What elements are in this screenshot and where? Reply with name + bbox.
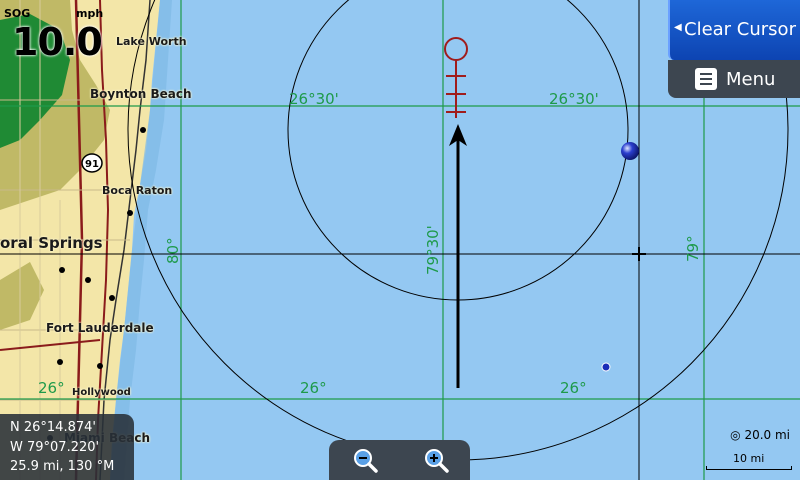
- range-ring-text: 20.0 mi: [744, 428, 790, 442]
- grid-label-lat-south-right: 26°: [560, 379, 587, 397]
- cursor-latitude: N 26°14.874': [10, 420, 96, 435]
- grid-label-lon-east: 79°: [684, 235, 702, 262]
- menu-button[interactable]: Menu: [668, 60, 800, 98]
- sog-unit: mph: [76, 7, 104, 20]
- cursor-longitude: W 79°07.220': [10, 440, 100, 455]
- scale-bar-label: 10 mi: [733, 452, 765, 465]
- zoom-in-icon[interactable]: [422, 446, 450, 474]
- chevron-left-icon: ◀: [674, 22, 682, 33]
- zoom-out-icon[interactable]: [351, 446, 379, 474]
- place-label-boynton-beach: Boynton Beach: [90, 87, 192, 101]
- place-label-lake-worth: Lake Worth: [116, 35, 187, 48]
- clear-cursor-button[interactable]: ◀ Clear Cursor: [668, 0, 800, 60]
- chart-view[interactable]: 91 Lake Worth Boynton Beach Boca Raton o…: [0, 0, 800, 480]
- place-label-boca-raton: Boca Raton: [102, 184, 173, 197]
- target-marker[interactable]: [621, 142, 639, 160]
- highway-shield-number: 91: [85, 159, 99, 170]
- sog-value: 10.0: [12, 20, 103, 64]
- place-label-fort-lauderdale: Fort Lauderdale: [46, 321, 154, 335]
- clear-cursor-label: Clear Cursor: [684, 19, 796, 40]
- nav-aid-marker[interactable]: [601, 362, 611, 372]
- sog-display: SOG mph 10.0: [0, 4, 112, 66]
- highway-shield: 91: [81, 153, 103, 173]
- range-ring-icon: ◎: [730, 428, 741, 442]
- cursor-position-box: N 26°14.874' W 79°07.220' 25.9 mi, 130 °…: [0, 414, 134, 480]
- menu-label: Menu: [726, 69, 776, 90]
- grid-label-lat-north-left: 26°30': [289, 90, 339, 108]
- menu-icon: [695, 68, 717, 90]
- zoom-toolbar: [329, 440, 470, 480]
- range-ring-value: ◎ 20.0 mi: [730, 428, 790, 442]
- place-label-hollywood: Hollywood: [72, 387, 131, 398]
- chart-scale: ◎ 20.0 mi 10 mi: [700, 428, 796, 476]
- cursor-range-bearing: 25.9 mi, 130 °M: [10, 459, 115, 474]
- scale-bar: [706, 466, 792, 470]
- grid-label-lat-south-mid: 26°: [300, 379, 327, 397]
- sog-label: SOG: [4, 7, 31, 20]
- grid-label-lat-south-left: 26°: [38, 379, 65, 397]
- place-label-coral-springs: oral Springs: [0, 234, 103, 252]
- grid-label-lon-mid: 79°30': [424, 225, 442, 275]
- grid-label-lat-north-right: 26°30': [549, 90, 599, 108]
- grid-label-lon-west: 80°: [164, 237, 182, 264]
